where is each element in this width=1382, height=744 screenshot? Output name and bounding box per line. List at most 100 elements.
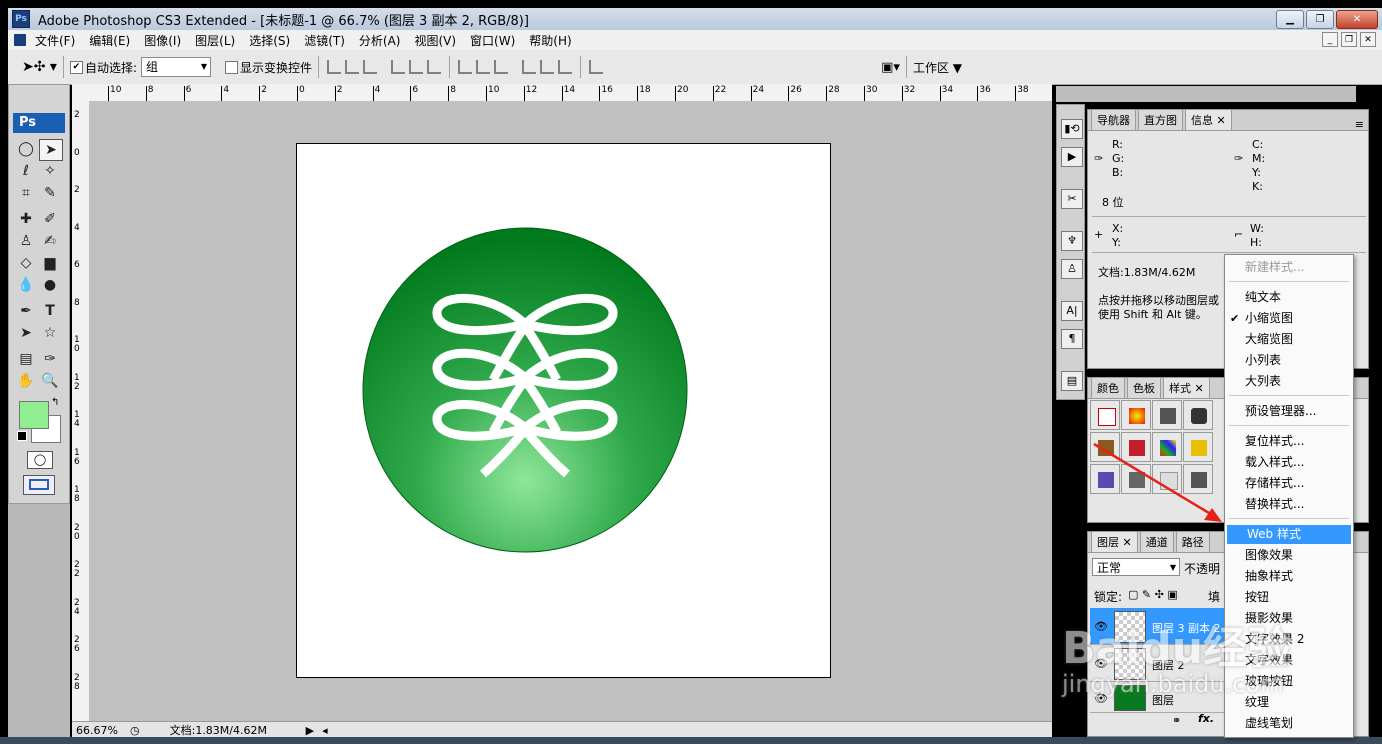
- slice-tool-icon[interactable]: ✎: [39, 183, 61, 203]
- menu-item[interactable]: 图像效果: [1225, 546, 1353, 565]
- auto-align-icon[interactable]: [589, 60, 604, 74]
- menu-item[interactable]: 抽象样式: [1225, 567, 1353, 586]
- align-right-icon[interactable]: [427, 60, 442, 74]
- shape-tool-icon[interactable]: ☆: [39, 323, 61, 343]
- brushes-panel-icon[interactable]: ♆: [1061, 231, 1083, 251]
- status-arrow-icon[interactable]: ▶: [306, 724, 314, 737]
- default-colors-icon[interactable]: [17, 431, 27, 441]
- path-select-icon[interactable]: ➤: [15, 323, 37, 343]
- status-menu-icon[interactable]: ◷: [130, 724, 140, 737]
- menu-item[interactable]: 纯文本: [1225, 288, 1353, 307]
- layer-comps-icon[interactable]: ▤: [1061, 371, 1083, 391]
- character-panel-icon[interactable]: A|: [1061, 301, 1083, 321]
- minimize-button[interactable]: ▁: [1276, 10, 1304, 29]
- gradient-tool-icon[interactable]: ▆: [39, 253, 61, 273]
- workspace-menu[interactable]: 工作区 ▼: [913, 59, 962, 76]
- menu-select[interactable]: 选择(S): [242, 32, 297, 49]
- healing-brush-icon[interactable]: ✚: [15, 209, 37, 229]
- zoom-tool-icon[interactable]: 🔍: [39, 371, 61, 391]
- lasso-tool-icon[interactable]: ℓ: [15, 161, 37, 181]
- tab-navigator[interactable]: 导航器: [1091, 109, 1136, 130]
- menu-item[interactable]: 大缩览图: [1225, 330, 1353, 349]
- eyedropper-icon[interactable]: ✑: [39, 349, 61, 369]
- menu-view[interactable]: 视图(V): [407, 32, 463, 49]
- move-tool-icon[interactable]: ➤: [39, 139, 63, 161]
- menu-item[interactable]: 复位样式...: [1225, 432, 1353, 451]
- link-layers-icon[interactable]: ⚭: [1172, 714, 1181, 727]
- layer-fx-icon[interactable]: fx.: [1198, 712, 1214, 725]
- restore-button[interactable]: ❐: [1306, 10, 1334, 29]
- menu-image[interactable]: 图像(I): [137, 32, 188, 49]
- align-left-icon[interactable]: [391, 60, 406, 74]
- dodge-tool-icon[interactable]: ●: [39, 275, 61, 295]
- panel-menu-icon[interactable]: ≡: [1355, 118, 1364, 131]
- tab-info[interactable]: 信息 ✕: [1185, 109, 1232, 130]
- history-panel-icon[interactable]: ▮⟲: [1061, 119, 1083, 139]
- eraser-tool-icon[interactable]: ◇: [15, 253, 37, 273]
- menu-filter[interactable]: 滤镜(T): [297, 32, 352, 49]
- align-bottom-icon[interactable]: [363, 60, 378, 74]
- tab-histogram[interactable]: 直方图: [1138, 109, 1183, 130]
- history-brush-icon[interactable]: ✍: [39, 231, 61, 251]
- menu-analysis[interactable]: 分析(A): [352, 32, 408, 49]
- notes-tool-icon[interactable]: ▤: [15, 349, 37, 369]
- menu-item[interactable]: 载入样式...: [1225, 453, 1353, 472]
- stamp-tool-icon[interactable]: ♙: [15, 231, 37, 251]
- zoom-level[interactable]: 66.67%: [76, 724, 126, 737]
- blend-mode-dropdown[interactable]: 正常 ▼: [1092, 558, 1180, 576]
- menu-item[interactable]: 大列表: [1225, 372, 1353, 391]
- auto-select-checkbox[interactable]: ✔: [69, 60, 83, 74]
- paragraph-panel-icon[interactable]: ¶: [1061, 329, 1083, 349]
- align-top-icon[interactable]: [327, 60, 342, 74]
- document-canvas[interactable]: [296, 143, 831, 678]
- foreground-color-swatch[interactable]: [19, 401, 49, 429]
- align-vcenter-icon[interactable]: [345, 60, 360, 74]
- doc-close-button[interactable]: ✕: [1360, 32, 1376, 47]
- tab-swatches[interactable]: 色板: [1127, 377, 1161, 398]
- brush-tool-icon[interactable]: ✐: [39, 209, 61, 229]
- menu-item[interactable]: ✔ 小缩览图: [1225, 309, 1353, 328]
- tab-color[interactable]: 颜色: [1091, 377, 1125, 398]
- menu-item[interactable]: 按钮: [1225, 588, 1353, 607]
- distribute-vcenter-icon[interactable]: [476, 60, 491, 74]
- menu-item[interactable]: 替换样式...: [1225, 495, 1353, 514]
- menu-item[interactable]: 虚线笔划: [1225, 714, 1353, 733]
- bridge-icon[interactable]: ▣▾: [881, 60, 900, 75]
- screen-mode-icon[interactable]: [23, 475, 55, 495]
- marquee-tool-icon[interactable]: ◯: [15, 139, 37, 159]
- style-swatch[interactable]: [1183, 400, 1213, 430]
- crop-tool-icon[interactable]: ⌗: [15, 183, 37, 203]
- quick-mask-icon[interactable]: ◯: [27, 451, 53, 469]
- swap-colors-icon[interactable]: ↰: [51, 397, 59, 408]
- scroll-left-icon[interactable]: ◂: [322, 724, 328, 737]
- distribute-bottom-icon[interactable]: [494, 60, 509, 74]
- move-tool-preset-icon[interactable]: ➤✣ ▾: [22, 59, 57, 75]
- style-none[interactable]: [1090, 400, 1120, 430]
- menu-item[interactable]: 预设管理器...: [1225, 402, 1353, 421]
- menu-item[interactable]: Web 样式: [1227, 525, 1351, 544]
- magic-wand-icon[interactable]: ✧: [39, 161, 61, 181]
- style-swatch[interactable]: [1121, 400, 1151, 430]
- menu-help[interactable]: 帮助(H): [522, 32, 578, 49]
- hand-tool-icon[interactable]: ✋: [15, 371, 37, 391]
- tab-layers[interactable]: 图层 ✕: [1091, 531, 1138, 552]
- menu-layer[interactable]: 图层(L): [188, 32, 242, 49]
- distribute-top-icon[interactable]: [458, 60, 473, 74]
- lock-icons[interactable]: ▢ ✎ ✣ ▣: [1128, 588, 1178, 601]
- auto-select-dropdown[interactable]: 组: [141, 57, 211, 77]
- document-icon[interactable]: [14, 34, 26, 46]
- show-transform-checkbox[interactable]: [225, 60, 238, 74]
- menu-item[interactable]: 小列表: [1225, 351, 1353, 370]
- actions-panel-icon[interactable]: ▶: [1061, 147, 1083, 167]
- menu-window[interactable]: 窗口(W): [463, 32, 522, 49]
- close-button[interactable]: ✕: [1336, 10, 1378, 29]
- menu-item[interactable]: 存储样式...: [1225, 474, 1353, 493]
- clone-source-icon[interactable]: ♙: [1061, 259, 1083, 279]
- doc-minimize-button[interactable]: _: [1322, 32, 1338, 47]
- style-swatch[interactable]: [1152, 400, 1182, 430]
- tab-channels[interactable]: 通道: [1139, 531, 1174, 552]
- align-hcenter-icon[interactable]: [409, 60, 424, 74]
- doc-restore-button[interactable]: ❐: [1341, 32, 1357, 47]
- tab-styles[interactable]: 样式 ✕: [1163, 377, 1210, 398]
- tab-paths[interactable]: 路径: [1175, 531, 1210, 552]
